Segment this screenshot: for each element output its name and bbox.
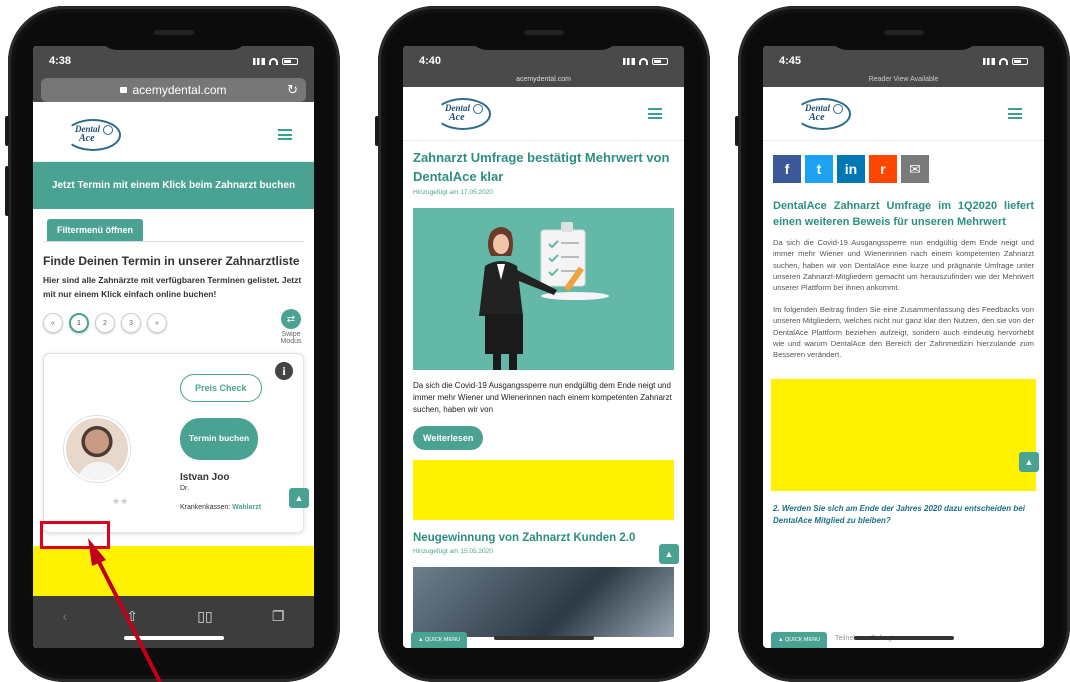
browser-chrome: 4:40 acemydental.com [403, 46, 684, 87]
survey-question: 2. Werden Sie sich am Ende der Jahres 20… [773, 503, 1025, 525]
status-bar: 4:45 [763, 46, 1044, 76]
tooth-icon [833, 103, 843, 114]
dentalace-logo[interactable]: Dental Ace [789, 94, 855, 134]
phone-screen-2: 4:40 acemydental.com Dental Ace Zahnarzt… [403, 46, 684, 648]
site-header: Dental Ace [403, 87, 684, 141]
battery-icon [652, 57, 668, 65]
linkedin-icon[interactable]: in [837, 155, 865, 183]
article-date: Hinzugefügt am 17.05.2020 [413, 188, 493, 196]
tooth-icon [473, 103, 483, 114]
quick-menu-button[interactable]: ▲ QUICK MENU [411, 632, 468, 648]
article-illustration [413, 207, 674, 370]
phone-mockup-3: 4:45 Reader View Available Dental Ace ft… [735, 6, 1070, 682]
article2-date: Hinzugefügt am 15.05.2020 [413, 548, 493, 556]
twitter-icon[interactable]: t [805, 155, 833, 183]
home-indicator [493, 636, 594, 640]
article2-title[interactable]: Neugewinnung von Zahnarzt Kunden 2.0 [403, 520, 684, 549]
ad-placeholder [413, 459, 674, 520]
article-title: DentalAce Zahnarzt Umfrage im 1Q2020 lie… [773, 200, 1034, 228]
status-time: 4:45 [779, 55, 802, 67]
hamburger-menu-icon[interactable] [648, 108, 662, 119]
hamburger-menu-icon[interactable] [1008, 108, 1022, 119]
share-buttons: f t in r ✉ [763, 141, 1044, 191]
article-excerpt: Da sich die Covid-19 Ausgangssperre nun … [413, 380, 672, 414]
browser-chrome: 4:45 Reader View Available [763, 46, 1044, 87]
home-indicator [853, 636, 954, 640]
phone-mockup-2: 4:40 acemydental.com Dental Ace Zahnarzt… [375, 6, 710, 682]
quick-menu-button[interactable]: ▲ QUICK MENU [771, 632, 828, 648]
email-icon[interactable]: ✉ [901, 155, 929, 183]
read-more-button[interactable]: Weiterlesen [413, 425, 484, 450]
reddit-icon[interactable]: r [869, 155, 897, 183]
phone-screen-3: 4:45 Reader View Available Dental Ace ft… [763, 46, 1044, 648]
site-header: Dental Ace [763, 87, 1044, 141]
article-title[interactable]: Zahnarzt Umfrage bestätigt Mehrwert von … [403, 141, 684, 189]
battery-icon [1012, 57, 1028, 65]
url-text[interactable]: acemydental.com [403, 76, 684, 87]
status-bar: 4:40 [403, 46, 684, 76]
scroll-to-top-button[interactable]: ▲ [659, 544, 679, 564]
article2-image [413, 567, 674, 638]
dentalace-logo[interactable]: Dental Ace [429, 94, 495, 134]
wifi-icon [639, 57, 648, 65]
status-time: 4:40 [419, 55, 442, 67]
article-paragraph-1: Da sich die Covid-19 Ausgangssperre nun … [773, 237, 1034, 293]
signal-icon [983, 57, 995, 65]
ad-placeholder [771, 378, 1036, 491]
reader-view-notice[interactable]: Reader View Available [763, 76, 1044, 87]
signal-icon [623, 57, 635, 65]
facebook-icon[interactable]: f [773, 155, 801, 183]
scroll-to-top-button[interactable]: ▲ [1019, 452, 1039, 472]
article-paragraph-2: Im folgenden Beitrag finden Sie eine Zus… [773, 304, 1034, 360]
wifi-icon [999, 57, 1008, 65]
